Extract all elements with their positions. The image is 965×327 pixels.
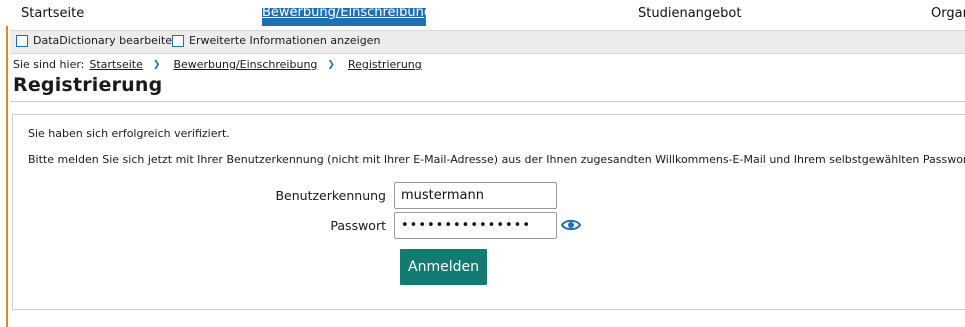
username-input[interactable]	[394, 182, 557, 209]
extended-info-label: Erweiterte Informationen anzeigen	[189, 34, 381, 47]
breadcrumb-link-registrierung[interactable]: Registrierung	[348, 58, 422, 71]
left-accent-line	[6, 26, 8, 327]
top-navigation: Startseite Bewerbung/Einschreibung Studi…	[0, 0, 965, 26]
verified-message: Sie haben sich erfolgreich verifiziert.	[28, 127, 230, 140]
breadcrumb: Sie sind hier: Startseite ❯ Bewerbung/Ei…	[13, 58, 422, 71]
options-bar: DataDictionary bearbeiten Erweiterte Inf…	[10, 30, 965, 54]
password-input[interactable]	[394, 212, 557, 239]
extended-info-toggle[interactable]: Erweiterte Informationen anzeigen	[172, 34, 380, 47]
nav-item-organisation[interactable]: Organ	[931, 6, 965, 21]
datadictionary-checkbox[interactable]	[16, 34, 28, 47]
nav-item-studienangebot[interactable]: Studienangebot	[638, 6, 741, 21]
password-label: Passwort	[330, 218, 386, 233]
instructions-message: Bitte melden Sie sich jetzt mit Ihrer Be…	[28, 153, 965, 166]
username-label: Benutzerkennung	[275, 188, 386, 203]
extended-info-checkbox[interactable]	[172, 34, 184, 47]
nav-item-bewerbung-label: Bewerbung/Einschreibung	[262, 8, 426, 20]
title-divider	[10, 101, 965, 102]
nav-item-bewerbung-active[interactable]: Bewerbung/Einschreibung	[262, 8, 426, 26]
breadcrumb-link-startseite[interactable]: Startseite	[89, 58, 143, 71]
breadcrumb-chevron-icon: ❯	[327, 59, 335, 70]
page-title: Registrierung	[13, 74, 163, 96]
eye-icon[interactable]	[561, 218, 581, 232]
breadcrumb-prefix: Sie sind hier:	[13, 58, 85, 71]
breadcrumb-chevron-icon: ❯	[152, 59, 161, 70]
login-button[interactable]: Anmelden	[400, 249, 487, 285]
nav-item-startseite[interactable]: Startseite	[21, 6, 84, 21]
login-panel: Sie haben sich erfolgreich verifiziert. …	[12, 114, 965, 310]
datadictionary-toggle[interactable]: DataDictionary bearbeiten	[16, 34, 179, 47]
breadcrumb-link-bewerbung[interactable]: Bewerbung/Einschreibung	[173, 58, 317, 71]
page-root: Startseite Bewerbung/Einschreibung Studi…	[0, 0, 965, 327]
datadictionary-label: DataDictionary bearbeiten	[33, 34, 180, 47]
